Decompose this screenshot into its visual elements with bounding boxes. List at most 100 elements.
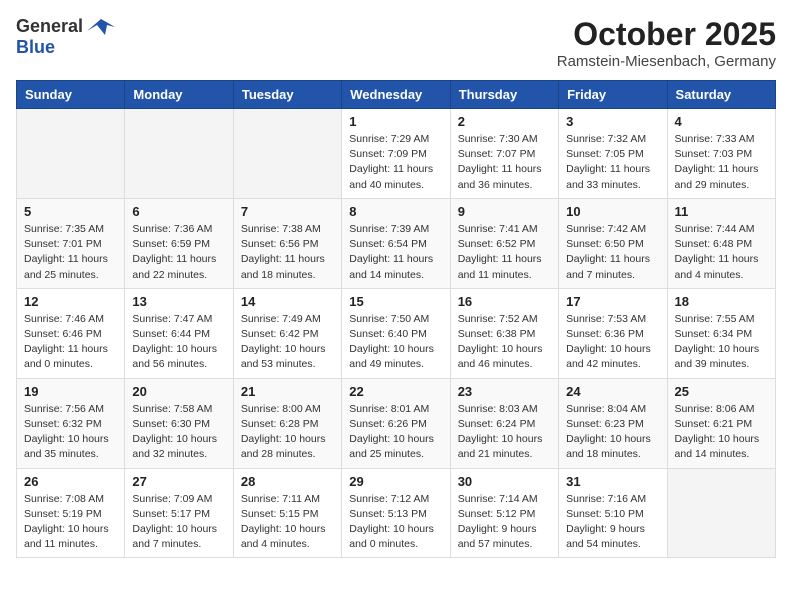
day-number: 27 (132, 474, 225, 489)
calendar-cell: 25 Sunrise: 8:06 AM Sunset: 6:21 PM Dayli… (667, 378, 775, 468)
calendar-week-row: 12 Sunrise: 7:46 AM Sunset: 6:46 PM Dayli… (17, 288, 776, 378)
day-number: 18 (675, 294, 768, 309)
day-info: Sunrise: 7:38 AM Sunset: 6:56 PM Dayligh… (241, 222, 334, 283)
day-info: Sunrise: 7:35 AM Sunset: 7:01 PM Dayligh… (24, 222, 117, 283)
day-number: 28 (241, 474, 334, 489)
day-number: 31 (566, 474, 659, 489)
day-info: Sunrise: 7:58 AM Sunset: 6:30 PM Dayligh… (132, 402, 225, 463)
weekday-header-monday: Monday (125, 81, 233, 109)
calendar-cell: 27 Sunrise: 7:09 AM Sunset: 5:17 PM Dayli… (125, 468, 233, 558)
day-number: 23 (458, 384, 551, 399)
logo-blue-text: Blue (16, 37, 55, 57)
day-number: 5 (24, 204, 117, 219)
calendar-cell: 23 Sunrise: 8:03 AM Sunset: 6:24 PM Dayli… (450, 378, 558, 468)
calendar-cell: 9 Sunrise: 7:41 AM Sunset: 6:52 PM Daylig… (450, 198, 558, 288)
day-number: 24 (566, 384, 659, 399)
weekday-header-saturday: Saturday (667, 81, 775, 109)
calendar-cell: 3Sunrise: 7:32 AM Sunset: 7:05 PM Daylig… (559, 109, 667, 199)
calendar-cell (667, 468, 775, 558)
calendar-cell: 16 Sunrise: 7:52 AM Sunset: 6:38 PM Dayli… (450, 288, 558, 378)
logo-general-text: General (16, 16, 83, 37)
day-info: Sunrise: 8:03 AM Sunset: 6:24 PM Dayligh… (458, 402, 551, 463)
calendar-cell: 10Sunrise: 7:42 AM Sunset: 6:50 PM Dayli… (559, 198, 667, 288)
calendar-cell: 2 Sunrise: 7:30 AM Sunset: 7:07 PM Daylig… (450, 109, 558, 199)
day-info: Sunrise: 7:14 AM Sunset: 5:12 PM Dayligh… (458, 492, 551, 553)
calendar-cell: 28 Sunrise: 7:11 AM Sunset: 5:15 PM Dayli… (233, 468, 341, 558)
calendar-cell: 29Sunrise: 7:12 AM Sunset: 5:13 PM Dayli… (342, 468, 450, 558)
day-number: 25 (675, 384, 768, 399)
day-number: 21 (241, 384, 334, 399)
day-number: 15 (349, 294, 442, 309)
page-header: General Blue October 2025 Ramstein-Miese… (16, 16, 776, 70)
day-info: Sunrise: 7:39 AM Sunset: 6:54 PM Dayligh… (349, 222, 442, 283)
day-info: Sunrise: 7:11 AM Sunset: 5:15 PM Dayligh… (241, 492, 334, 553)
calendar-cell: 26 Sunrise: 7:08 AM Sunset: 5:19 PM Dayli… (17, 468, 125, 558)
day-number: 13 (132, 294, 225, 309)
weekday-header-tuesday: Tuesday (233, 81, 341, 109)
calendar-cell: 20 Sunrise: 7:58 AM Sunset: 6:30 PM Dayli… (125, 378, 233, 468)
calendar-cell: 15 Sunrise: 7:50 AM Sunset: 6:40 PM Dayli… (342, 288, 450, 378)
calendar-cell: 7Sunrise: 7:38 AM Sunset: 6:56 PM Daylig… (233, 198, 341, 288)
day-info: Sunrise: 8:04 AM Sunset: 6:23 PM Dayligh… (566, 402, 659, 463)
day-info: Sunrise: 7:47 AM Sunset: 6:44 PM Dayligh… (132, 312, 225, 373)
day-number: 11 (675, 204, 768, 219)
day-info: Sunrise: 7:30 AM Sunset: 7:07 PM Dayligh… (458, 132, 551, 193)
day-number: 10 (566, 204, 659, 219)
day-info: Sunrise: 7:56 AM Sunset: 6:32 PM Dayligh… (24, 402, 117, 463)
calendar-table: SundayMondayTuesdayWednesdayThursdayFrid… (16, 80, 776, 558)
calendar-header-row: SundayMondayTuesdayWednesdayThursdayFrid… (17, 81, 776, 109)
day-info: Sunrise: 7:53 AM Sunset: 6:36 PM Dayligh… (566, 312, 659, 373)
calendar-cell: 11 Sunrise: 7:44 AM Sunset: 6:48 PM Dayli… (667, 198, 775, 288)
calendar-cell: 8 Sunrise: 7:39 AM Sunset: 6:54 PM Daylig… (342, 198, 450, 288)
day-number: 9 (458, 204, 551, 219)
day-number: 12 (24, 294, 117, 309)
calendar-cell: 1 Sunrise: 7:29 AM Sunset: 7:09 PM Daylig… (342, 109, 450, 199)
day-info: Sunrise: 7:50 AM Sunset: 6:40 PM Dayligh… (349, 312, 442, 373)
logo-bird-icon (87, 17, 115, 37)
day-info: Sunrise: 7:52 AM Sunset: 6:38 PM Dayligh… (458, 312, 551, 373)
calendar-cell: 30 Sunrise: 7:14 AM Sunset: 5:12 PM Dayli… (450, 468, 558, 558)
calendar-cell: 18Sunrise: 7:55 AM Sunset: 6:34 PM Dayli… (667, 288, 775, 378)
day-info: Sunrise: 7:32 AM Sunset: 7:05 PM Dayligh… (566, 132, 659, 193)
day-info: Sunrise: 7:33 AM Sunset: 7:03 PM Dayligh… (675, 132, 768, 193)
weekday-header-wednesday: Wednesday (342, 81, 450, 109)
day-info: Sunrise: 7:46 AM Sunset: 6:46 PM Dayligh… (24, 312, 117, 373)
calendar-cell: 14 Sunrise: 7:49 AM Sunset: 6:42 PM Dayli… (233, 288, 341, 378)
day-info: Sunrise: 8:06 AM Sunset: 6:21 PM Dayligh… (675, 402, 768, 463)
day-number: 6 (132, 204, 225, 219)
day-number: 20 (132, 384, 225, 399)
day-info: Sunrise: 7:49 AM Sunset: 6:42 PM Dayligh… (241, 312, 334, 373)
weekday-header-friday: Friday (559, 81, 667, 109)
calendar-cell: 12 Sunrise: 7:46 AM Sunset: 6:46 PM Dayli… (17, 288, 125, 378)
day-info: Sunrise: 7:08 AM Sunset: 5:19 PM Dayligh… (24, 492, 117, 553)
day-number: 1 (349, 114, 442, 129)
calendar-week-row: 5 Sunrise: 7:35 AM Sunset: 7:01 PM Daylig… (17, 198, 776, 288)
day-number: 30 (458, 474, 551, 489)
calendar-week-row: 1 Sunrise: 7:29 AM Sunset: 7:09 PM Daylig… (17, 109, 776, 199)
day-info: Sunrise: 7:29 AM Sunset: 7:09 PM Dayligh… (349, 132, 442, 193)
calendar-cell: 5 Sunrise: 7:35 AM Sunset: 7:01 PM Daylig… (17, 198, 125, 288)
day-info: Sunrise: 7:44 AM Sunset: 6:48 PM Dayligh… (675, 222, 768, 283)
calendar-cell (17, 109, 125, 199)
calendar-cell: 19Sunrise: 7:56 AM Sunset: 6:32 PM Dayli… (17, 378, 125, 468)
calendar-cell: 21Sunrise: 8:00 AM Sunset: 6:28 PM Dayli… (233, 378, 341, 468)
day-number: 17 (566, 294, 659, 309)
day-number: 2 (458, 114, 551, 129)
title-area: October 2025 Ramstein-Miesenbach, German… (557, 16, 776, 70)
calendar-cell: 4 Sunrise: 7:33 AM Sunset: 7:03 PM Daylig… (667, 109, 775, 199)
calendar-cell (125, 109, 233, 199)
day-info: Sunrise: 7:16 AM Sunset: 5:10 PM Dayligh… (566, 492, 659, 553)
calendar-cell: 13 Sunrise: 7:47 AM Sunset: 6:44 PM Dayli… (125, 288, 233, 378)
month-title: October 2025 (557, 16, 776, 53)
day-info: Sunrise: 7:09 AM Sunset: 5:17 PM Dayligh… (132, 492, 225, 553)
day-number: 26 (24, 474, 117, 489)
day-number: 14 (241, 294, 334, 309)
calendar-cell (233, 109, 341, 199)
day-number: 8 (349, 204, 442, 219)
day-info: Sunrise: 7:41 AM Sunset: 6:52 PM Dayligh… (458, 222, 551, 283)
day-info: Sunrise: 7:12 AM Sunset: 5:13 PM Dayligh… (349, 492, 442, 553)
day-number: 16 (458, 294, 551, 309)
day-info: Sunrise: 7:36 AM Sunset: 6:59 PM Dayligh… (132, 222, 225, 283)
calendar-week-row: 26 Sunrise: 7:08 AM Sunset: 5:19 PM Dayli… (17, 468, 776, 558)
day-number: 4 (675, 114, 768, 129)
